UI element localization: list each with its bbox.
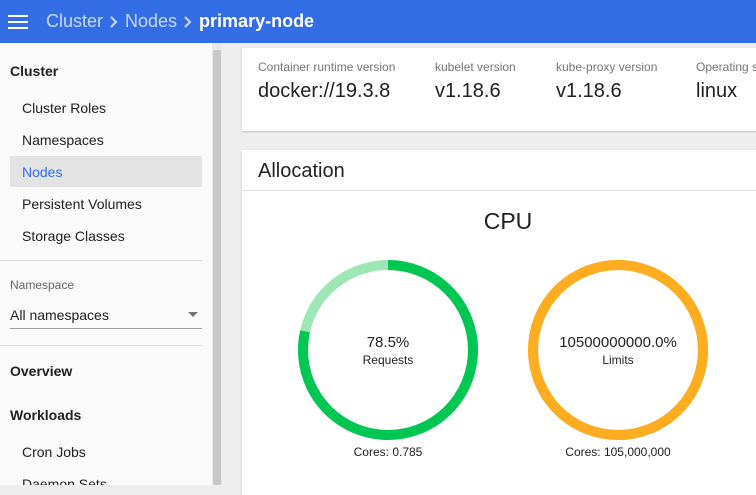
chevron-right-icon [103, 15, 125, 28]
sidebar-item-nodes[interactable]: Nodes [10, 156, 202, 187]
info-container-runtime: Container runtime version docker://19.3.… [258, 60, 395, 103]
menu-button[interactable] [0, 0, 36, 43]
sidebar-divider [0, 260, 202, 261]
node-info-card: Container runtime version docker://19.3.… [242, 48, 756, 131]
requests-label: Requests [362, 353, 414, 367]
allocation-title: Allocation [258, 160, 345, 182]
sidebar-item-namespaces[interactable]: Namespaces [10, 124, 202, 155]
allocation-card: Allocation CPU 78.5% Requests Cores: 0.7… [242, 150, 756, 495]
breadcrumb-cluster[interactable]: Cluster [46, 11, 103, 32]
sidebar-section-overview[interactable]: Overview [10, 363, 72, 379]
breadcrumb-nodes[interactable]: Nodes [125, 11, 177, 32]
sidebar-item-cron-jobs[interactable]: Cron Jobs [10, 436, 202, 467]
sidebar-item-persistent-volumes[interactable]: Persistent Volumes [10, 188, 202, 219]
sidebar-section-workloads[interactable]: Workloads [10, 407, 81, 423]
dropdown-arrow-icon [188, 312, 198, 317]
cpu-chart-heading: CPU [483, 208, 533, 234]
namespace-select[interactable]: All namespaces [10, 301, 202, 329]
namespace-label: Namespace [10, 278, 75, 292]
top-bar: Cluster Nodes primary-node [0, 0, 756, 43]
breadcrumb: Cluster Nodes primary-node [46, 11, 314, 32]
sidebar: Cluster Cluster Roles Namespaces Nodes P… [0, 43, 212, 485]
info-value: docker://19.3.8 [258, 80, 391, 102]
sidebar-section-cluster[interactable]: Cluster [10, 63, 58, 79]
limits-percent: 10500000000.0% [559, 334, 677, 351]
breadcrumb-current: primary-node [199, 11, 315, 31]
info-kube-proxy-version: kube-proxy version v1.18.6 [556, 60, 657, 103]
info-label: Container runtime version [258, 60, 396, 74]
info-operating-system: Operating system linux [696, 60, 756, 103]
chevron-right-icon [177, 15, 199, 28]
info-label: kube-proxy version [556, 60, 658, 74]
allocation-header: Allocation [242, 150, 756, 191]
limits-label: Limits [602, 353, 634, 367]
requests-center: 78.5% Requests [298, 334, 478, 367]
info-value: v1.18.6 [435, 80, 501, 102]
sidebar-item-storage-classes[interactable]: Storage Classes [10, 220, 202, 251]
info-kubelet-version: kubelet version v1.18.6 [435, 60, 516, 103]
info-label: kubelet version [435, 60, 516, 74]
info-value: linux [696, 80, 738, 102]
hamburger-menu-icon [8, 14, 28, 29]
info-label: Operating system [696, 60, 756, 74]
sidebar-scrollbar-thumb[interactable] [213, 50, 221, 485]
limits-cores-caption: Cores: 105,000,000 [565, 445, 671, 459]
limits-center: 10500000000.0% Limits [528, 334, 708, 367]
namespace-select-value: All namespaces [10, 306, 109, 323]
sidebar-item-cluster-roles[interactable]: Cluster Roles [10, 92, 202, 123]
sidebar-divider [0, 345, 202, 346]
info-value: v1.18.6 [556, 80, 622, 102]
requests-cores-caption: Cores: 0.785 [353, 445, 423, 459]
requests-percent: 78.5% [366, 334, 410, 351]
sidebar-item-daemon-sets[interactable]: Daemon Sets [10, 468, 202, 486]
